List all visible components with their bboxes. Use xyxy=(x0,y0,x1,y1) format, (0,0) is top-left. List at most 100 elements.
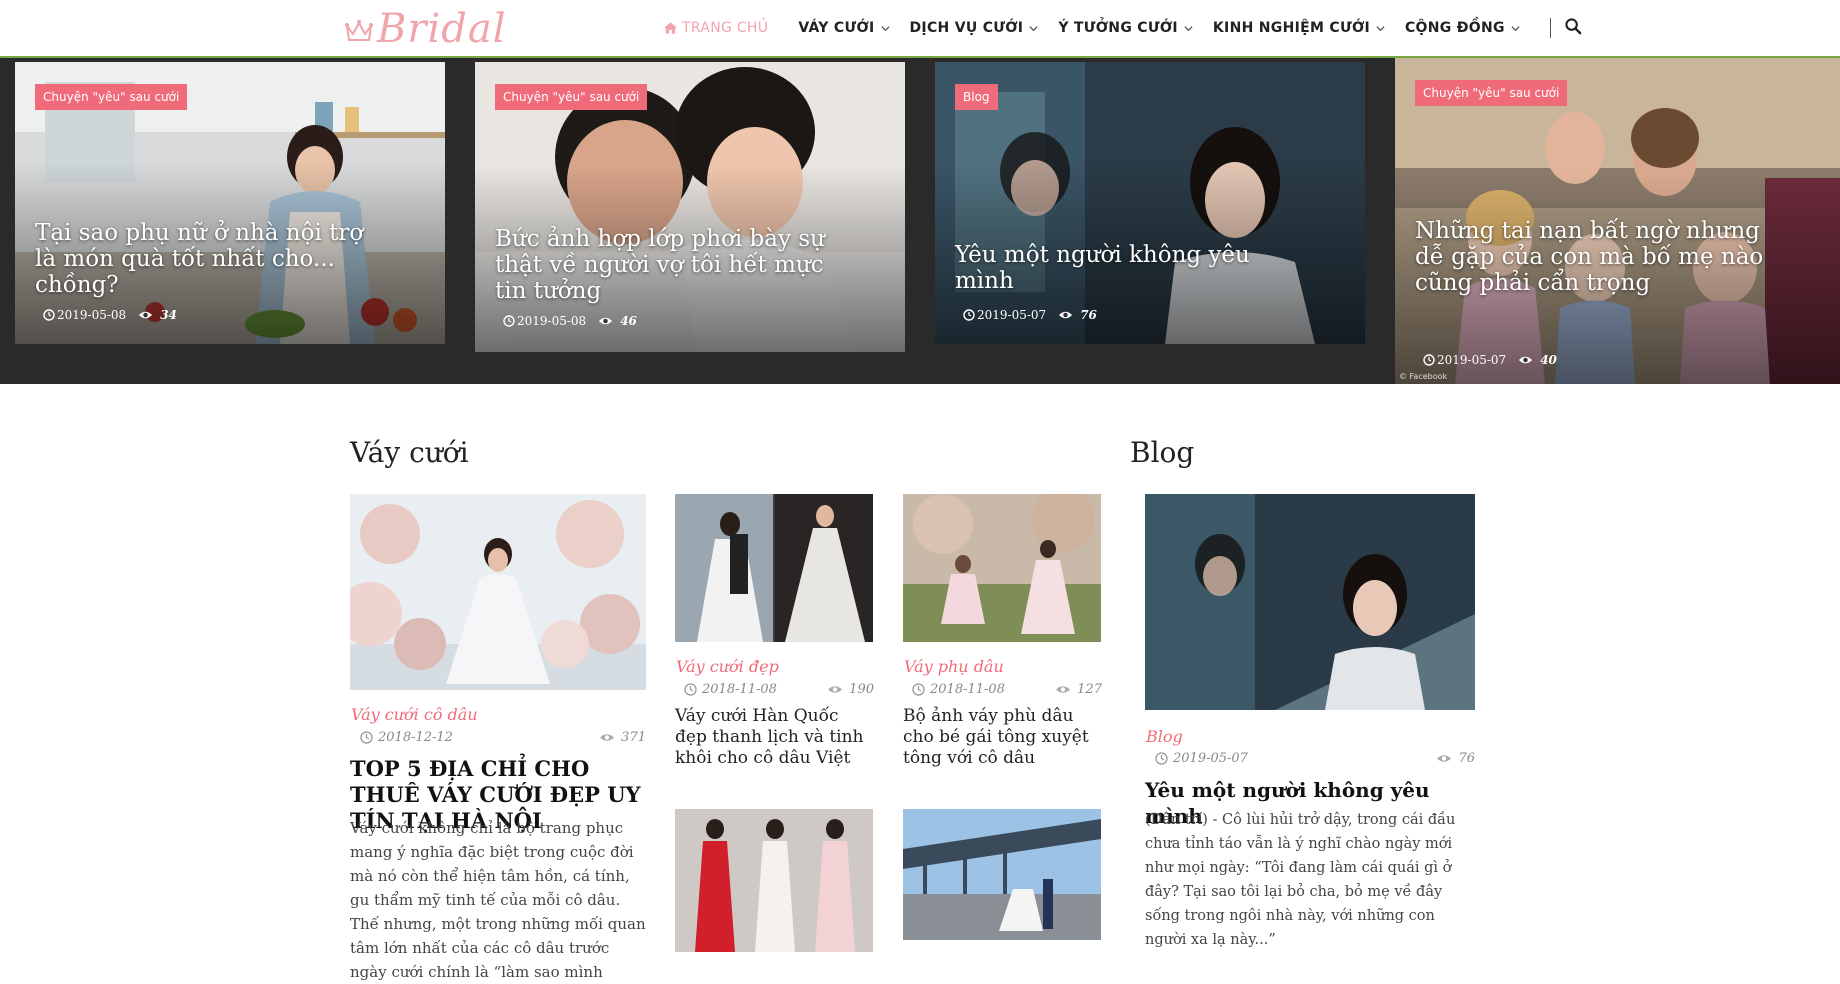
hero-views: 40 xyxy=(1540,353,1557,367)
hero-title[interactable]: Những tai nạn bất ngờ nhưng dễ gặp của c… xyxy=(1415,218,1775,296)
featured-post-image[interactable] xyxy=(350,494,646,690)
photo-window-woman xyxy=(1145,494,1475,710)
nav-label: VÁY CƯỚI xyxy=(798,20,875,36)
hero-date: 2019-05-07 xyxy=(1437,353,1507,367)
post-image[interactable] xyxy=(675,809,873,952)
nav-cong-dong[interactable]: CỘNG ĐỒNG xyxy=(1405,20,1520,36)
nav-label: CỘNG ĐỒNG xyxy=(1404,20,1505,36)
nav-kinh-nghiem-cuoi[interactable]: KINH NGHIỆM CƯỚI xyxy=(1213,20,1385,36)
view-count: 34 xyxy=(138,308,177,322)
blog-featured-image[interactable] xyxy=(1145,494,1475,710)
post-image[interactable] xyxy=(675,494,873,642)
clock-icon xyxy=(1423,354,1435,366)
hero-views: 46 xyxy=(620,314,637,328)
hero-meta: 2019-05-08 46 xyxy=(503,314,637,328)
chevron-down-icon xyxy=(880,25,890,31)
chevron-down-icon xyxy=(1376,25,1385,31)
photo-bride-flowers xyxy=(350,494,646,690)
nav-home[interactable]: TRANG CHỦ xyxy=(664,20,768,36)
view-count: 40 xyxy=(1518,353,1557,367)
chevron-down-icon xyxy=(1029,25,1038,31)
post-meta: 2018-11-08 127 xyxy=(912,682,1102,697)
nav-vay-cuoi[interactable]: VÁY CƯỚI xyxy=(798,20,890,36)
view-count: 76 xyxy=(1058,308,1097,322)
clock-icon xyxy=(963,309,975,321)
hero-date: 2019-05-08 xyxy=(517,314,587,328)
featured-slider: Chuyện "yêu" sau cưới Tại sao phụ nữ ở n… xyxy=(0,58,1840,384)
post-image[interactable] xyxy=(903,494,1101,642)
search-button[interactable] xyxy=(1565,17,1582,39)
post-title[interactable]: Bộ ảnh váy phù dâu cho bé gái tông xuyệt… xyxy=(903,706,1103,769)
hero-meta: 2019-05-07 76 xyxy=(963,308,1097,322)
clock-icon xyxy=(1155,752,1168,765)
hero-card[interactable]: Chuyện "yêu" sau cưới Những tai nạn bất … xyxy=(1395,58,1840,384)
post-category[interactable]: Blog xyxy=(1146,727,1183,746)
eye-icon xyxy=(599,317,613,325)
site-logo[interactable]: Bridal xyxy=(345,6,507,52)
hero-card[interactable]: Chuyện "yêu" sau cưới Tại sao phụ nữ ở n… xyxy=(15,62,445,344)
section-heading-vay-cuoi: Váy cưới xyxy=(350,436,469,469)
clock-icon xyxy=(684,683,697,696)
post-views: 76 xyxy=(1458,751,1475,766)
section-heading-blog: Blog xyxy=(1130,436,1195,469)
hero-views: 76 xyxy=(1080,308,1097,322)
post-title[interactable]: Váy cưới Hàn Quốc đẹp thanh lịch và tinh… xyxy=(675,706,875,769)
post-category[interactable]: Váy cưới đẹp xyxy=(676,657,779,676)
photo-bridge-couple xyxy=(903,809,1101,940)
eye-icon xyxy=(1519,356,1533,364)
post-meta: 2018-12-12 371 xyxy=(360,730,646,745)
photo-ao-dai xyxy=(675,809,873,952)
eye-icon xyxy=(1056,686,1071,693)
photo-korean-dresses xyxy=(675,494,873,642)
post-category[interactable]: Váy phụ dâu xyxy=(904,657,1004,676)
hero-title[interactable]: Tại sao phụ nữ ở nhà nội trợ là món quà … xyxy=(35,220,365,298)
eye-icon xyxy=(1059,311,1073,319)
post-views: 371 xyxy=(621,730,646,745)
nav-label: KINH NGHIỆM CƯỚI xyxy=(1212,20,1370,36)
view-count: 46 xyxy=(598,314,637,328)
nav-label: DỊCH VỤ CƯỚI xyxy=(909,20,1024,36)
hero-title[interactable]: Bức ảnh hợp lớp phơi bày sự thật về ngườ… xyxy=(495,226,835,304)
post-category[interactable]: Váy cưới cô dâu xyxy=(351,705,478,724)
nav-home-label: TRANG CHỦ xyxy=(682,20,769,36)
hero-views: 34 xyxy=(160,308,177,322)
nav-label: Ý TƯỞNG CƯỚI xyxy=(1058,20,1178,36)
hero-title[interactable]: Yêu một người không yêu mình xyxy=(955,242,1295,294)
chevron-down-icon xyxy=(1184,25,1193,31)
category-tag[interactable]: Chuyện "yêu" sau cưới xyxy=(495,84,648,110)
category-tag[interactable]: Chuyện "yêu" sau cưới xyxy=(1415,80,1568,106)
chevron-down-icon xyxy=(1511,25,1520,31)
post-views: 127 xyxy=(1077,682,1102,697)
category-tag[interactable]: Blog xyxy=(955,84,998,110)
eye-icon xyxy=(828,686,843,693)
post-date: 2019-05-07 xyxy=(1173,751,1248,766)
home-icon xyxy=(664,22,677,34)
main-nav: TRANG CHỦ VÁY CƯỚI DỊCH VỤ CƯỚI Ý TƯỞNG … xyxy=(664,0,1582,56)
clock-icon xyxy=(912,683,925,696)
hero-date: 2019-05-07 xyxy=(977,308,1047,322)
eye-icon xyxy=(139,311,153,319)
post-date: 2018-11-08 xyxy=(702,682,777,697)
eye-icon xyxy=(1437,755,1452,762)
hero-meta: 2019-05-08 34 xyxy=(43,308,177,322)
photo-flower-girls xyxy=(903,494,1101,642)
post-views: 190 xyxy=(849,682,874,697)
hero-meta: 2019-05-07 40 xyxy=(1423,353,1557,367)
nav-dich-vu-cuoi[interactable]: DỊCH VỤ CƯỚI xyxy=(910,20,1039,36)
clock-icon xyxy=(360,731,373,744)
post-meta: 2018-11-08 190 xyxy=(684,682,874,697)
post-image[interactable] xyxy=(903,809,1101,940)
photo-credit: © Facebook xyxy=(1399,372,1448,381)
nav-y-tuong-cuoi[interactable]: Ý TƯỞNG CƯỚI xyxy=(1058,20,1193,36)
hero-card[interactable]: Chuyện "yêu" sau cưới Bức ảnh hợp lớp ph… xyxy=(475,62,905,352)
hero-date: 2019-05-08 xyxy=(57,308,127,322)
post-meta: 2019-05-07 76 xyxy=(1155,751,1475,766)
featured-post-excerpt: Váy cưới không chỉ là bộ trang phục mang… xyxy=(350,819,646,981)
eye-icon xyxy=(600,734,615,741)
site-header: Bridal TRANG CHỦ VÁY CƯỚI DỊCH VỤ CƯỚI Ý… xyxy=(0,0,1840,58)
post-date: 2018-11-08 xyxy=(930,682,1005,697)
nav-divider xyxy=(1549,18,1551,38)
hero-card[interactable]: Blog Yêu một người không yêu mình 2019-0… xyxy=(935,62,1365,344)
search-icon xyxy=(1565,17,1582,34)
category-tag[interactable]: Chuyện "yêu" sau cưới xyxy=(35,84,188,110)
